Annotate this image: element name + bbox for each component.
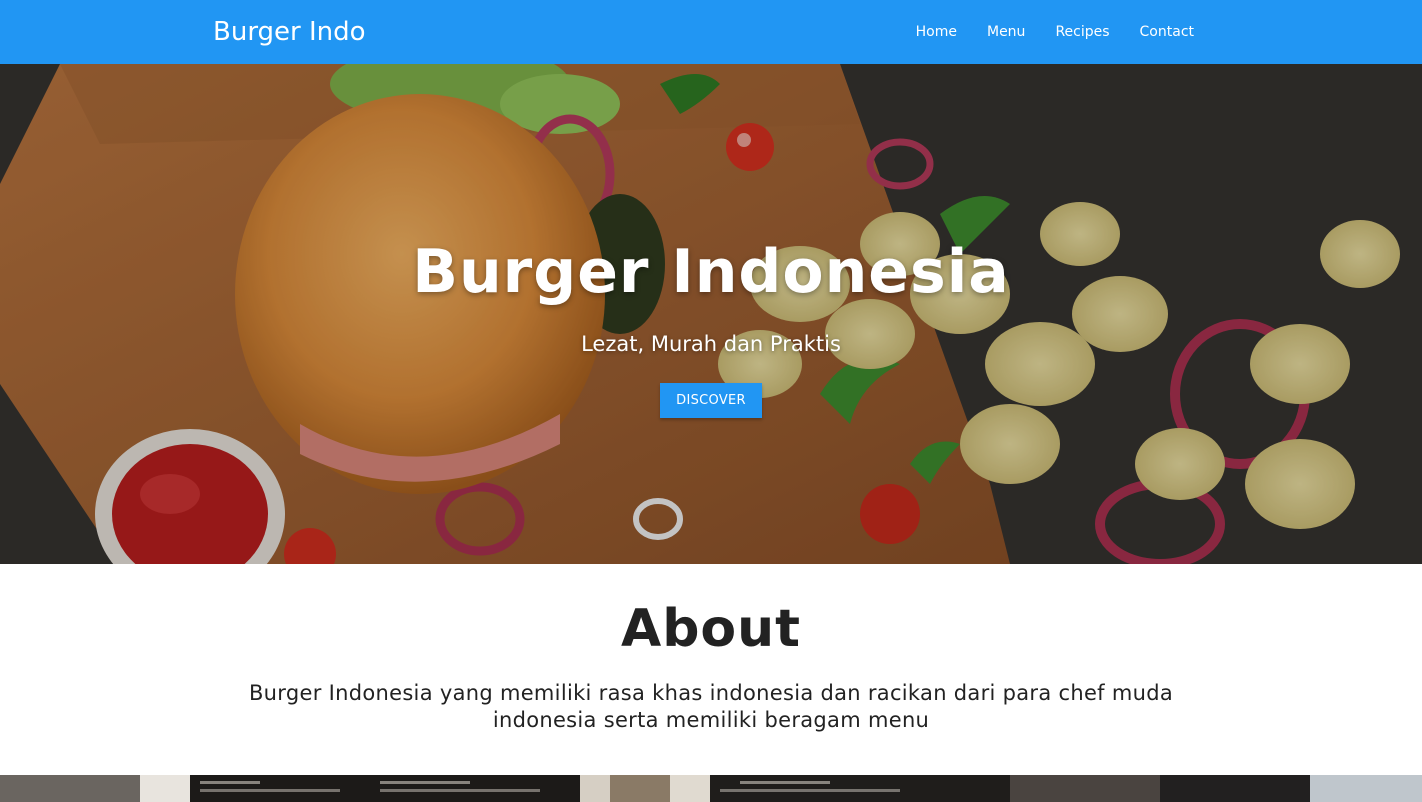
brand-logo[interactable]: Burger Indo xyxy=(213,14,366,50)
navbar: Burger Indo Home Menu Recipes Contact xyxy=(0,0,1422,64)
next-section-image xyxy=(0,775,1422,802)
nav-link-contact[interactable]: Contact xyxy=(1125,0,1194,64)
restaurant-menu-board-image xyxy=(0,775,1422,802)
hero-title: Burger Indonesia xyxy=(412,237,1010,307)
hero-overlay xyxy=(0,64,1422,564)
about-description: Burger Indonesia yang memiliki rasa khas… xyxy=(248,681,1174,732)
hero-section: Burger Indonesia Lezat, Murah dan Prakti… xyxy=(0,64,1422,564)
nav-link-menu[interactable]: Menu xyxy=(972,0,1040,64)
hero-subtitle: Lezat, Murah dan Praktis xyxy=(581,332,841,356)
discover-button[interactable]: DISCOVER xyxy=(660,383,762,418)
about-title: About xyxy=(620,599,802,659)
nav-link-home[interactable]: Home xyxy=(901,0,972,64)
nav-links: Home Menu Recipes Contact xyxy=(901,0,1194,64)
about-section: About Burger Indonesia yang memiliki ras… xyxy=(0,564,1422,775)
nav-link-recipes[interactable]: Recipes xyxy=(1040,0,1124,64)
